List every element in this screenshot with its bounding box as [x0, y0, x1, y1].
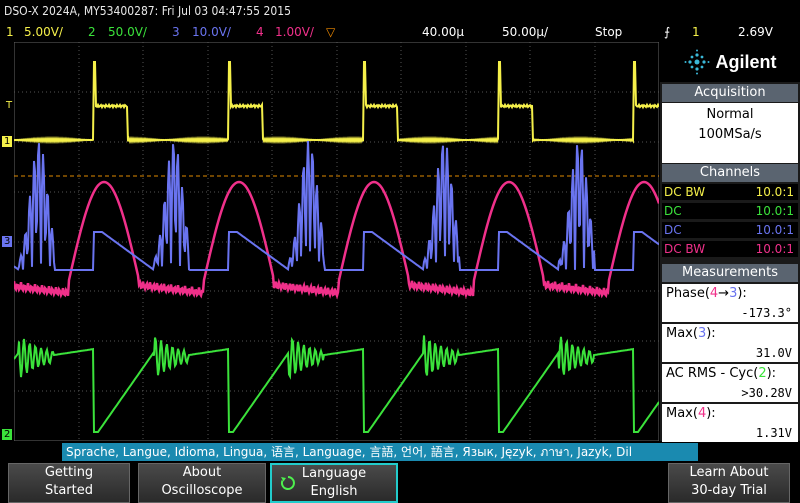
waveform-display[interactable] — [14, 42, 659, 441]
measurement-label: Max(4): — [666, 406, 716, 421]
trigger-level[interactable]: 2.69V — [738, 22, 773, 42]
measurement-value: >30.28V — [741, 386, 792, 400]
channel-row[interactable]: DC 10.0:1 — [662, 203, 798, 219]
right-info-panel: Agilent Acquisition Normal 100MSa/s Chan… — [660, 42, 800, 442]
measurement-value: 1.31V — [755, 426, 792, 440]
ch3-number[interactable]: 3 — [172, 22, 180, 42]
trigger-level-marker[interactable]: T — [6, 100, 12, 111]
ch4-number[interactable]: 4 — [256, 22, 264, 42]
about-oscilloscope-button[interactable]: About Oscilloscope — [138, 463, 266, 503]
measurement-value: 31.0V — [755, 346, 792, 360]
channel-probe-ratio: 10.0:1 — [755, 185, 794, 199]
channel-probe-ratio: 10.0:1 — [755, 204, 794, 218]
channel-coupling: DC — [664, 204, 682, 218]
learn-about-trial-button[interactable]: Learn About 30-day Trial — [668, 463, 790, 503]
ch3-scale[interactable]: 10.0V/ — [192, 22, 231, 42]
ch2-ground-marker[interactable]: 2 — [2, 429, 13, 440]
channel-coupling: DC BW — [664, 242, 706, 256]
ch4-scale[interactable]: 1.00V/ — [275, 22, 314, 42]
measurement-label: AC RMS - Cyc(2): — [666, 366, 777, 381]
measurement-item[interactable]: AC RMS - Cyc(2): >30.28V — [662, 364, 798, 402]
time-reference-icon: ▽ — [326, 25, 336, 39]
acquisition-header[interactable]: Acquisition — [662, 84, 798, 102]
ch1-scale[interactable]: 5.00V/ — [24, 22, 63, 42]
language-button[interactable]: Language English — [270, 463, 398, 503]
status-bar: 1 5.00V/ 2 50.0V/ 3 10.0V/ 4 1.00V/ ▽ 40… — [0, 22, 800, 42]
agilent-spark-icon — [684, 49, 709, 75]
channel-row[interactable]: DC 10.0:1 — [662, 222, 798, 238]
channels-header[interactable]: Channels — [662, 164, 798, 182]
ch1-number[interactable]: 1 — [6, 22, 14, 42]
measurement-value: -173.3° — [741, 306, 792, 320]
channel-probe-ratio: 10.0:1 — [755, 242, 794, 256]
measurement-item[interactable]: Max(4): 1.31V — [662, 404, 798, 442]
time-position[interactable]: 40.00µ — [422, 22, 464, 42]
measurements-header[interactable]: Measurements — [662, 264, 798, 282]
channel-probe-ratio: 10.0:1 — [755, 223, 794, 237]
measurement-item[interactable]: Max(3): 31.0V — [662, 324, 798, 362]
acquisition-mode: Normal — [706, 107, 754, 122]
getting-started-button[interactable]: Getting Started — [8, 463, 130, 503]
channel-row[interactable]: DC BW 10.0:1 — [662, 184, 798, 200]
brand-logo: Agilent — [660, 42, 800, 82]
channel-row[interactable]: DC BW 10.0:1 — [662, 241, 798, 257]
waveform-graticule — [14, 42, 659, 441]
ch2-number[interactable]: 2 — [88, 22, 96, 42]
measurement-label: Phase(4→3): — [666, 286, 747, 301]
run-state[interactable]: Stop — [595, 22, 622, 42]
trigger-source[interactable]: 1 — [692, 22, 700, 42]
brand-name: Agilent — [715, 51, 777, 72]
rotate-knob-icon — [280, 476, 295, 490]
measurement-label: Max(3): — [666, 326, 716, 341]
time-per-div[interactable]: 50.00µ/ — [502, 22, 548, 42]
ch2-scale[interactable]: 50.0V/ — [108, 22, 147, 42]
language-list-banner: Sprache, Langue, Idioma, Lingua, 语言, Lan… — [62, 443, 698, 461]
ch3-ground-marker[interactable]: 3 — [2, 236, 13, 247]
acquisition-rate: 100MSa/s — [698, 127, 762, 142]
channel-coupling: DC BW — [664, 185, 706, 199]
acquisition-box: Normal 100MSa/s — [662, 103, 798, 163]
measurement-item[interactable]: Phase(4→3): -173.3° — [662, 284, 798, 322]
ch1-ground-marker[interactable]: 1 — [2, 136, 13, 147]
window-title: DSO-X 2024A, MY53400287: Fri Jul 03 04:4… — [0, 0, 800, 22]
channel-coupling: DC — [664, 223, 682, 237]
trigger-slope-icon: ⨍ — [664, 25, 671, 39]
